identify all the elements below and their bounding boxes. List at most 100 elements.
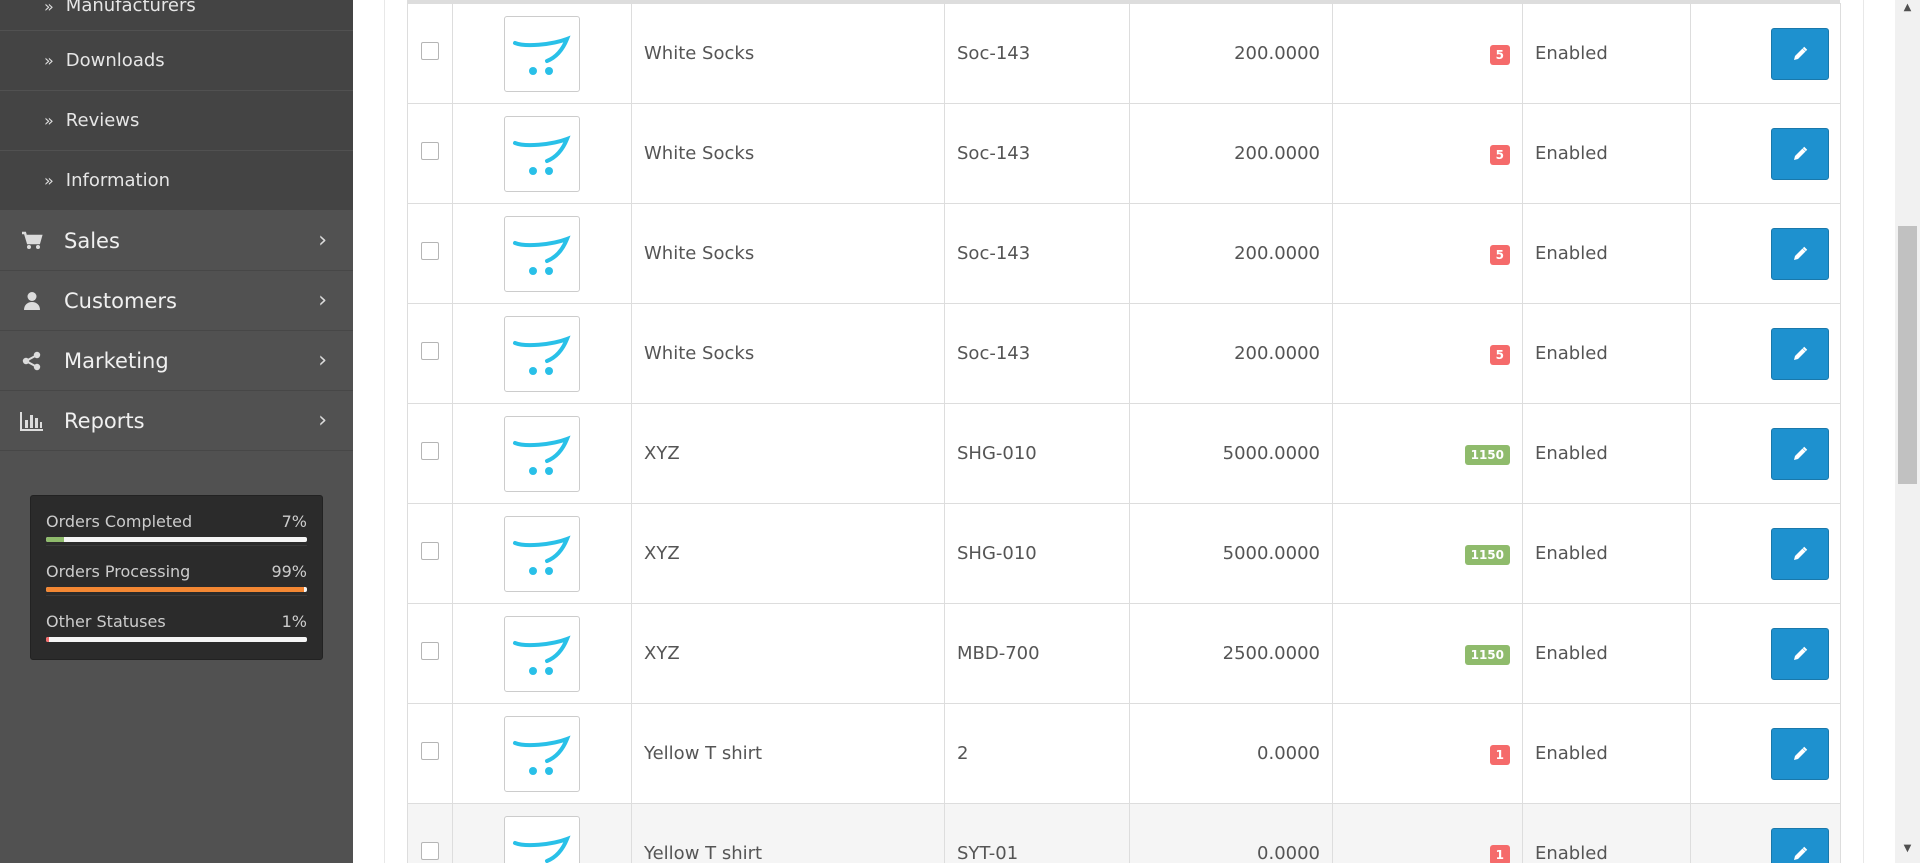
table-row: White Socks Soc-143 200.0000 5 Enabled [407,303,1841,404]
action-cell [1690,203,1841,304]
row-checkbox[interactable] [421,442,439,460]
action-cell [1690,103,1841,204]
row-checkbox[interactable] [421,242,439,260]
edit-button[interactable] [1771,327,1829,380]
sidebar-item-label: Reviews [65,110,140,131]
scrollbar[interactable]: ▲ ▼ [1895,0,1920,863]
table-row: XYZ SHG-010 5000.0000 1150 Enabled [407,403,1841,504]
sidebar-item-label: Sales [64,228,120,253]
select-cell [407,103,453,204]
table-row: Yellow T shirt 2 0.0000 1 Enabled [407,703,1841,804]
sidebar-item-downloads[interactable]: » Downloads [0,31,353,91]
edit-button[interactable] [1771,227,1829,280]
row-checkbox[interactable] [421,842,439,860]
product-price: 200.0000 [1129,303,1333,404]
image-cell [452,303,632,404]
product-status: Enabled [1522,403,1691,504]
edit-button[interactable] [1771,827,1829,863]
row-checkbox[interactable] [421,542,439,560]
product-model: Soc-143 [944,103,1130,204]
sidebar-item-sales[interactable]: Sales › [0,211,353,271]
edit-button[interactable] [1771,627,1829,680]
chevron-right-icon: › [318,228,327,253]
row-checkbox[interactable] [421,342,439,360]
image-cell [452,703,632,804]
edit-button[interactable] [1771,127,1829,180]
quantity-badge: 1 [1489,744,1510,765]
cart-logo-icon [513,135,571,175]
cart-logo-icon [513,535,571,575]
progress-fill [46,587,305,592]
shopping-cart-icon [20,230,44,252]
image-cell [452,3,632,104]
quantity-cell: 1150 [1332,403,1523,504]
cart-logo-icon [513,735,571,775]
cart-logo-icon [513,435,571,475]
stat-other-statuses: Other Statuses 1% [46,596,307,646]
sidebar-item-reviews[interactable]: » Reviews [0,91,353,151]
main-content: White Socks Soc-143 200.0000 5 Enabled W… [353,0,1895,863]
product-price: 5000.0000 [1129,403,1333,504]
image-cell [452,203,632,304]
edit-button[interactable] [1771,27,1829,80]
table-row: White Socks Soc-143 200.0000 5 Enabled [407,3,1841,104]
product-price: 0.0000 [1129,703,1333,804]
progress-fill [46,637,49,642]
product-thumbnail [504,815,580,863]
sidebar-item-manufacturers[interactable]: » Manufacturers [0,0,353,31]
scroll-down-arrow-icon[interactable]: ▼ [1895,843,1920,861]
product-status: Enabled [1522,603,1691,704]
product-name: Yellow T shirt [631,803,945,863]
sidebar-item-marketing[interactable]: Marketing › [0,331,353,391]
progress-fill [46,537,65,542]
row-checkbox[interactable] [421,742,439,760]
table-row: XYZ SHG-010 5000.0000 1150 Enabled [407,503,1841,604]
product-status: Enabled [1522,203,1691,304]
quantity-cell: 1 [1332,703,1523,804]
cart-logo-icon [513,335,571,375]
select-cell [407,603,453,704]
edit-button[interactable] [1771,727,1829,780]
product-thumbnail [504,115,580,192]
edit-button[interactable] [1771,427,1829,480]
sidebar: » Manufacturers » Downloads » Reviews » Info… [0,0,353,863]
image-cell [452,503,632,604]
catalog-submenu: » Manufacturers » Downloads » Reviews » Info… [0,0,353,211]
product-thumbnail [504,215,580,292]
product-name: White Socks [631,203,945,304]
select-cell [407,403,453,504]
product-thumbnail [504,315,580,392]
sidebar-item-information[interactable]: » Information [0,151,353,211]
quantity-badge: 1 [1489,844,1510,863]
product-table-wrapper: White Socks Soc-143 200.0000 5 Enabled W… [407,0,1841,863]
quantity-badge: 5 [1489,244,1510,265]
product-name: Yellow T shirt [631,703,945,804]
row-checkbox[interactable] [421,642,439,660]
action-cell [1690,603,1841,704]
edit-button[interactable] [1771,527,1829,580]
pencil-icon [1794,46,1808,60]
double-chevron-right-icon: » [44,51,54,70]
product-status: Enabled [1522,703,1691,804]
sidebar-item-customers[interactable]: Customers › [0,271,353,331]
select-cell [407,303,453,404]
chevron-right-icon: › [318,408,327,433]
scrollbar-thumb[interactable] [1898,226,1917,484]
quantity-cell: 1 [1332,803,1523,863]
cart-logo-icon [513,235,571,275]
quantity-cell: 5 [1332,303,1523,404]
sidebar-item-label: Reports [64,408,145,433]
table-row: White Socks Soc-143 200.0000 5 Enabled [407,203,1841,304]
select-cell [407,703,453,804]
quantity-badge: 1150 [1464,644,1510,665]
product-price: 5000.0000 [1129,503,1333,604]
quantity-badge: 5 [1489,144,1510,165]
row-checkbox[interactable] [421,42,439,60]
sidebar-item-reports[interactable]: Reports › [0,391,353,451]
quantity-cell: 1150 [1332,503,1523,604]
row-checkbox[interactable] [421,142,439,160]
scroll-up-arrow-icon[interactable]: ▲ [1895,2,1920,20]
sidebar-item-label: Downloads [65,50,165,71]
table-row: Yellow T shirt SYT-01 0.0000 1 Enabled [407,803,1841,863]
product-model: MBD-700 [944,603,1130,704]
